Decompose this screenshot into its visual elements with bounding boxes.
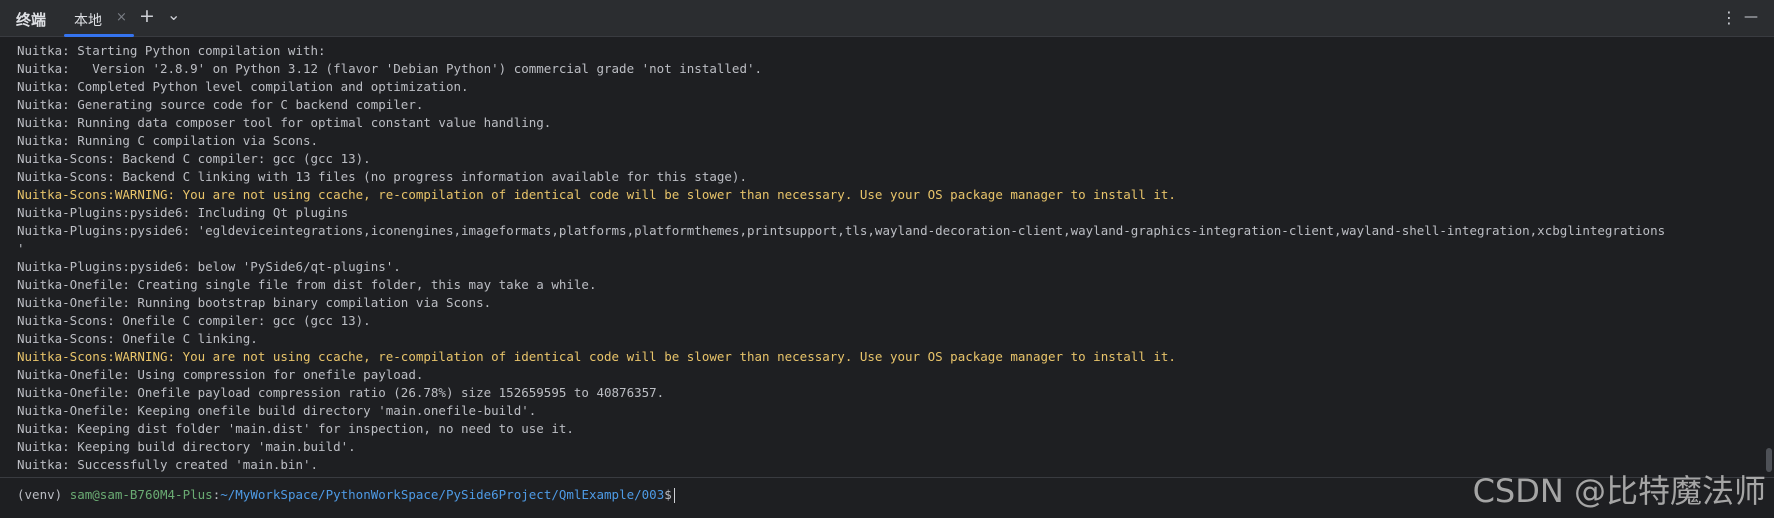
terminal-line: Nuitka: Generating source code for C bac… bbox=[17, 97, 424, 112]
terminal-line: Nuitka-Plugins:pyside6: 'egldeviceintegr… bbox=[17, 223, 1666, 238]
tab-local[interactable]: 本地 × bbox=[64, 0, 134, 37]
terminal-line: Nuitka-Scons: Onefile C compiler: gcc (g… bbox=[17, 313, 371, 328]
prompt-venv: (venv) bbox=[17, 487, 70, 502]
chevron-down-icon[interactable]: ⌄ bbox=[167, 6, 180, 23]
terminal-line: Nuitka-Plugins:pyside6: below 'PySide6/q… bbox=[17, 259, 401, 274]
terminal-prompt[interactable]: (venv) sam@sam-B760M4-Plus:~/MyWorkSpace… bbox=[17, 486, 675, 504]
terminal-scrollbar[interactable] bbox=[1766, 448, 1772, 472]
close-icon[interactable]: × bbox=[116, 10, 127, 25]
terminal-line: Nuitka-Onefile: Creating single file fro… bbox=[17, 277, 597, 292]
add-tab-icon[interactable]: + bbox=[139, 7, 155, 26]
terminal-line: Nuitka-Scons:WARNING: You are not using … bbox=[17, 187, 1176, 202]
terminal-line: Nuitka: Running data composer tool for o… bbox=[17, 115, 552, 130]
terminal-line: Nuitka-Onefile: Onefile payload compress… bbox=[17, 385, 665, 400]
terminal-line: Nuitka: Completed Python level compilati… bbox=[17, 79, 469, 94]
more-options-icon[interactable]: ⋮ bbox=[1721, 9, 1737, 26]
terminal-line: Nuitka: Keeping build directory 'main.bu… bbox=[17, 439, 356, 454]
prompt-dollar: $ bbox=[664, 487, 672, 502]
terminal-line: Nuitka-Onefile: Running bootstrap binary… bbox=[17, 295, 492, 310]
terminal-line: Nuitka-Scons: Backend C linking with 13 … bbox=[17, 169, 747, 184]
terminal-line: Nuitka: Version '2.8.9' on Python 3.12 (… bbox=[17, 61, 763, 76]
prompt-user-host: sam@sam-B760M4-Plus bbox=[69, 487, 213, 502]
terminal-line: Nuitka-Scons: Backend C compiler: gcc (g… bbox=[17, 151, 371, 166]
terminal-line: Nuitka-Onefile: Keeping onefile build di… bbox=[17, 403, 537, 418]
terminal-toolbar: 终端 本地 × + ⌄ ⋮ — bbox=[0, 0, 1774, 37]
panel-title: 终端 bbox=[16, 11, 47, 29]
terminal-line: Nuitka: Starting Python compilation with… bbox=[17, 43, 326, 58]
terminal-line: Nuitka-Plugins:pyside6: Including Qt plu… bbox=[17, 205, 349, 220]
terminal-line: Nuitka: Running C compilation via Scons. bbox=[17, 133, 319, 148]
prompt-path: ~/MyWorkSpace/PythonWorkSpace/PySide6Pro… bbox=[220, 487, 665, 502]
terminal-line: Nuitka-Scons: Onefile C linking. bbox=[17, 331, 258, 346]
watermark: CSDN @比特魔法师 bbox=[1472, 472, 1766, 510]
tab-label: 本地 bbox=[74, 13, 102, 29]
terminal-line: Nuitka-Scons:WARNING: You are not using … bbox=[17, 349, 1176, 364]
terminal-line: Nuitka: Keeping dist folder 'main.dist' … bbox=[17, 421, 574, 436]
minimize-icon[interactable]: — bbox=[1744, 9, 1758, 26]
text-cursor bbox=[673, 488, 675, 503]
terminal-line: ' bbox=[17, 241, 25, 256]
terminal-output[interactable]: Nuitka: Starting Python compilation with… bbox=[0, 37, 1774, 477]
terminal-line: Nuitka-Onefile: Using compression for on… bbox=[17, 367, 424, 382]
